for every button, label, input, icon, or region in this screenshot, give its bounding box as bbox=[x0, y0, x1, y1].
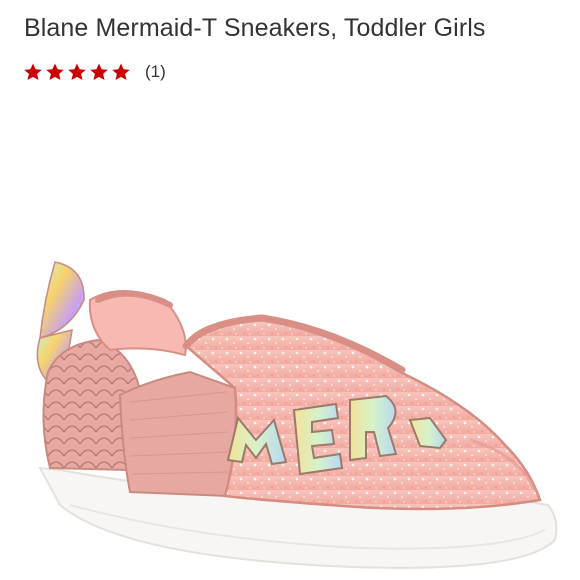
star-icon bbox=[112, 63, 130, 80]
star-icon bbox=[46, 63, 64, 80]
star-rating bbox=[23, 62, 131, 82]
star-icon bbox=[68, 63, 86, 80]
elastic-gore bbox=[118, 370, 237, 498]
star-icon bbox=[24, 63, 42, 80]
product-image[interactable] bbox=[0, 120, 580, 580]
product-title: Blane Mermaid-T Sneakers, Toddler Girls bbox=[24, 14, 486, 42]
product-page: Blane Mermaid-T Sneakers, Toddler Girls … bbox=[0, 0, 580, 580]
star-icon bbox=[90, 63, 108, 80]
review-count[interactable]: (1) bbox=[145, 62, 166, 82]
mermaid-fin bbox=[39, 261, 85, 340]
rating-row[interactable]: (1) bbox=[23, 60, 166, 84]
